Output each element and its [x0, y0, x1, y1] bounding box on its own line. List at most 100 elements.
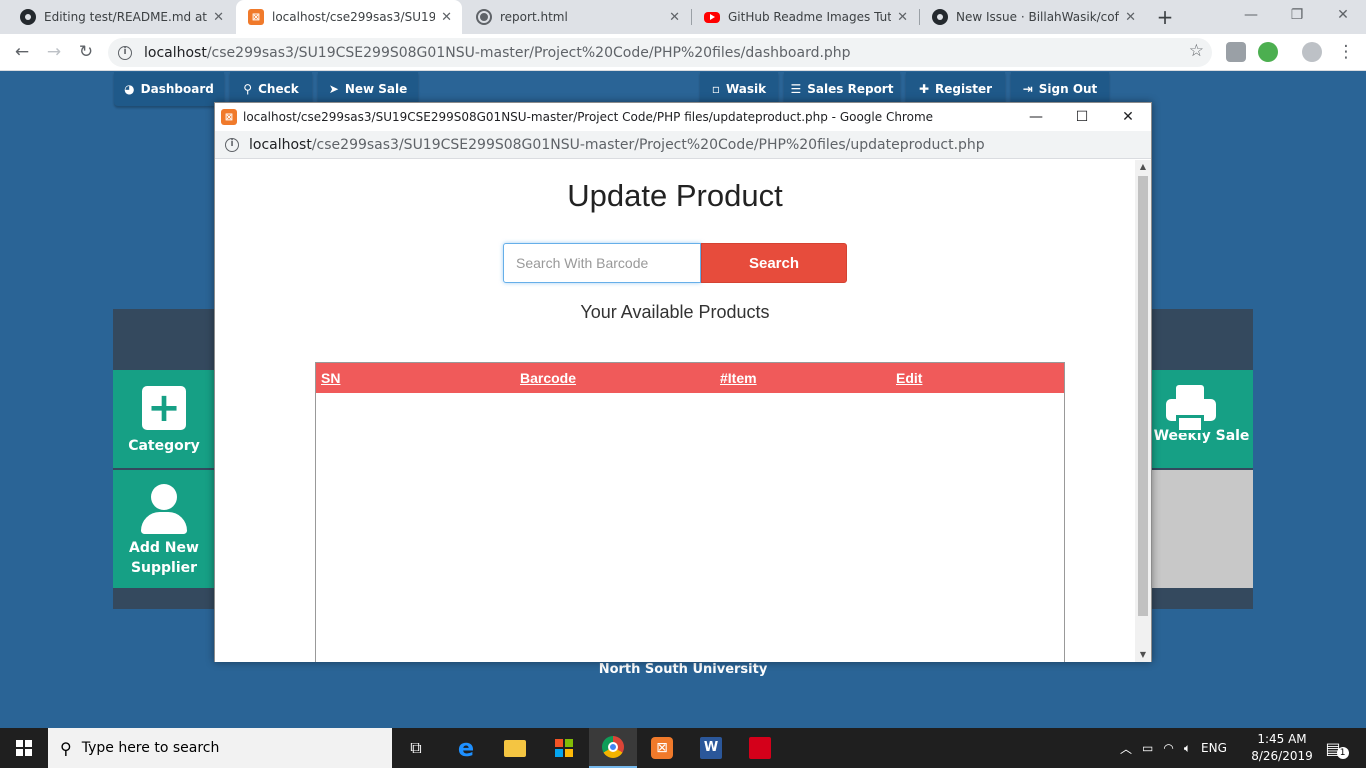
nav-label: New Sale [344, 82, 408, 96]
user-icon: ▫ [711, 82, 720, 96]
taskbar-store-button[interactable] [540, 728, 588, 768]
column-header-barcode[interactable]: Barcode [520, 370, 576, 386]
nav-dashboard-button[interactable]: ◕ Dashboard [114, 72, 224, 106]
volume-icon[interactable]: 🔈︎ [1184, 741, 1191, 756]
footer-university: North South University [598, 662, 768, 677]
nav-sign-out-button[interactable]: ⇥ Sign Out [1011, 72, 1109, 106]
reload-icon[interactable]: ↻ [72, 38, 100, 66]
close-icon[interactable]: ✕ [213, 10, 224, 25]
barcode-search-input[interactable] [503, 243, 701, 283]
word-icon: W [700, 737, 722, 759]
taskbar-acrobat-button[interactable] [736, 728, 784, 768]
close-icon[interactable]: ✕ [441, 10, 452, 25]
search-button[interactable]: Search [701, 243, 847, 283]
browser-tab-new-issue[interactable]: New Issue · BillahWasik/coffee ✕ [920, 0, 1146, 34]
forward-icon[interactable]: → [40, 38, 68, 66]
new-tab-button[interactable]: + [1152, 4, 1178, 30]
browser-tab-dashboard[interactable]: ⊠ localhost/cse299sas3/SU19CSE ✕ [236, 0, 462, 34]
page-title: Update Product [567, 178, 783, 213]
taskbar-file-explorer-button[interactable] [491, 728, 539, 768]
nav-check-button[interactable]: ⚲ Check [230, 72, 312, 106]
nav-register-button[interactable]: ✚ Register [906, 72, 1005, 106]
close-icon[interactable]: ✕ [669, 10, 680, 25]
edge-icon: e [457, 734, 475, 762]
start-button[interactable] [0, 728, 48, 768]
browser-toolbar: ← → ↻ i localhost/cse299sas3/SU19CSE299S… [0, 34, 1366, 71]
github-icon [20, 9, 36, 25]
weekly-sale-tile[interactable]: Weekly Sale [1150, 370, 1253, 468]
taskbar-edge-button[interactable]: e [442, 728, 490, 768]
restore-button[interactable]: ❐ [1274, 0, 1320, 30]
column-header-edit[interactable]: Edit [896, 370, 922, 386]
windows-logo-icon [16, 740, 32, 756]
bookmark-star-icon[interactable]: ☆ [1189, 41, 1204, 61]
tile-label-line2: Supplier [130, 560, 198, 576]
profile-avatar-icon[interactable] [1302, 42, 1322, 62]
popup-close-button[interactable]: ✕ [1105, 103, 1151, 131]
system-tray: ︿ ▭ ◠ 🔈︎ ENG [1120, 728, 1227, 768]
close-window-button[interactable]: ✕ [1320, 0, 1366, 30]
popup-url: localhost/cse299sas3/SU19CSE299S08G01NSU… [249, 137, 985, 153]
nav-label: Sign Out [1038, 82, 1098, 96]
wifi-icon[interactable]: ◠ [1163, 741, 1173, 755]
popup-scrollbar[interactable]: ▲ ▼ [1135, 160, 1151, 662]
taskbar-clock[interactable]: 1:45 AM 8/26/2019 [1250, 731, 1314, 765]
network-icon[interactable]: ▭ [1142, 741, 1153, 755]
popup-maximize-button[interactable]: ☐ [1059, 103, 1105, 131]
notification-count-badge: 1 [1336, 747, 1349, 759]
taskbar-word-button[interactable]: W [687, 728, 735, 768]
popup-address-bar[interactable]: i localhost/cse299sas3/SU19CSE299S08G01N… [215, 131, 1151, 159]
back-icon[interactable]: ← [8, 38, 36, 66]
task-view-button[interactable]: ⧉ [392, 728, 440, 768]
clock-date: 8/26/2019 [1251, 749, 1313, 763]
dashboard-gauge-icon: ◕ [124, 82, 135, 96]
nav-label: Register [935, 82, 993, 96]
chevron-up-icon[interactable]: ︿ [1120, 740, 1132, 757]
extension-icon[interactable] [1226, 42, 1246, 62]
folder-icon [504, 739, 526, 757]
popup-page-content: Update Product Search Your Available Pro… [215, 160, 1135, 662]
info-icon[interactable]: i [118, 45, 132, 60]
nav-new-sale-button[interactable]: ➤ New Sale [318, 72, 418, 106]
popup-window-title: localhost/cse299sas3/SU19CSE299S08G01NSU… [243, 110, 934, 124]
nav-label: Dashboard [140, 82, 214, 96]
url-path: /cse299sas3/SU19CSE299S08G01NSU-master/P… [311, 136, 985, 153]
close-icon[interactable]: ✕ [897, 10, 908, 25]
database-icon: ☰ [790, 82, 802, 96]
column-header-sn[interactable]: SN [321, 370, 340, 386]
chrome-icon [602, 736, 624, 758]
plus-square-icon: + [142, 386, 186, 430]
language-indicator[interactable]: ENG [1201, 741, 1227, 755]
search-icon: ⚲ [60, 738, 72, 758]
scroll-down-arrow-icon[interactable]: ▼ [1135, 648, 1151, 662]
taskbar-chrome-button[interactable] [589, 728, 637, 768]
nav-user-button[interactable]: ▫ Wasik [700, 72, 778, 106]
blank-tile [1150, 470, 1253, 588]
close-icon[interactable]: ✕ [1125, 10, 1136, 25]
browser-tab-readme[interactable]: Editing test/README.md at ma ✕ [8, 0, 234, 34]
task-view-icon: ⧉ [410, 738, 422, 757]
nav-sales-report-button[interactable]: ☰ Sales Report [784, 72, 900, 106]
url-host: localhost [144, 44, 207, 61]
scroll-thumb[interactable] [1138, 176, 1148, 616]
paper-plane-icon: ➤ [328, 82, 339, 96]
minimize-button[interactable]: — [1228, 0, 1274, 30]
popup-minimize-button[interactable]: — [1013, 103, 1059, 131]
taskbar-search-box[interactable]: ⚲ Type here to search [48, 728, 392, 768]
notification-center-button[interactable]: ▤ 1 [1322, 728, 1352, 768]
info-icon[interactable]: i [225, 137, 239, 152]
nav-label: Sales Report [807, 82, 894, 96]
address-bar[interactable]: i localhost/cse299sas3/SU19CSE299S08G01N… [108, 38, 1212, 67]
tab-title: report.html [500, 10, 568, 24]
browser-tab-report[interactable]: report.html ✕ [464, 0, 690, 34]
github-icon [932, 9, 948, 25]
scroll-up-arrow-icon[interactable]: ▲ [1135, 160, 1151, 174]
column-header-item[interactable]: #Item [720, 370, 757, 386]
taskbar-xampp-button[interactable]: ⊠ [638, 728, 686, 768]
extension-globe-icon[interactable] [1258, 42, 1278, 62]
clock-time: 1:45 AM [1257, 732, 1307, 746]
category-tile[interactable]: + Category [113, 370, 215, 468]
menu-dots-icon[interactable]: ⋮ [1332, 38, 1360, 66]
add-new-supplier-tile[interactable]: Add New Supplier [113, 470, 215, 588]
browser-tab-youtube[interactable]: GitHub Readme Images Tutoria ✕ [692, 0, 918, 34]
